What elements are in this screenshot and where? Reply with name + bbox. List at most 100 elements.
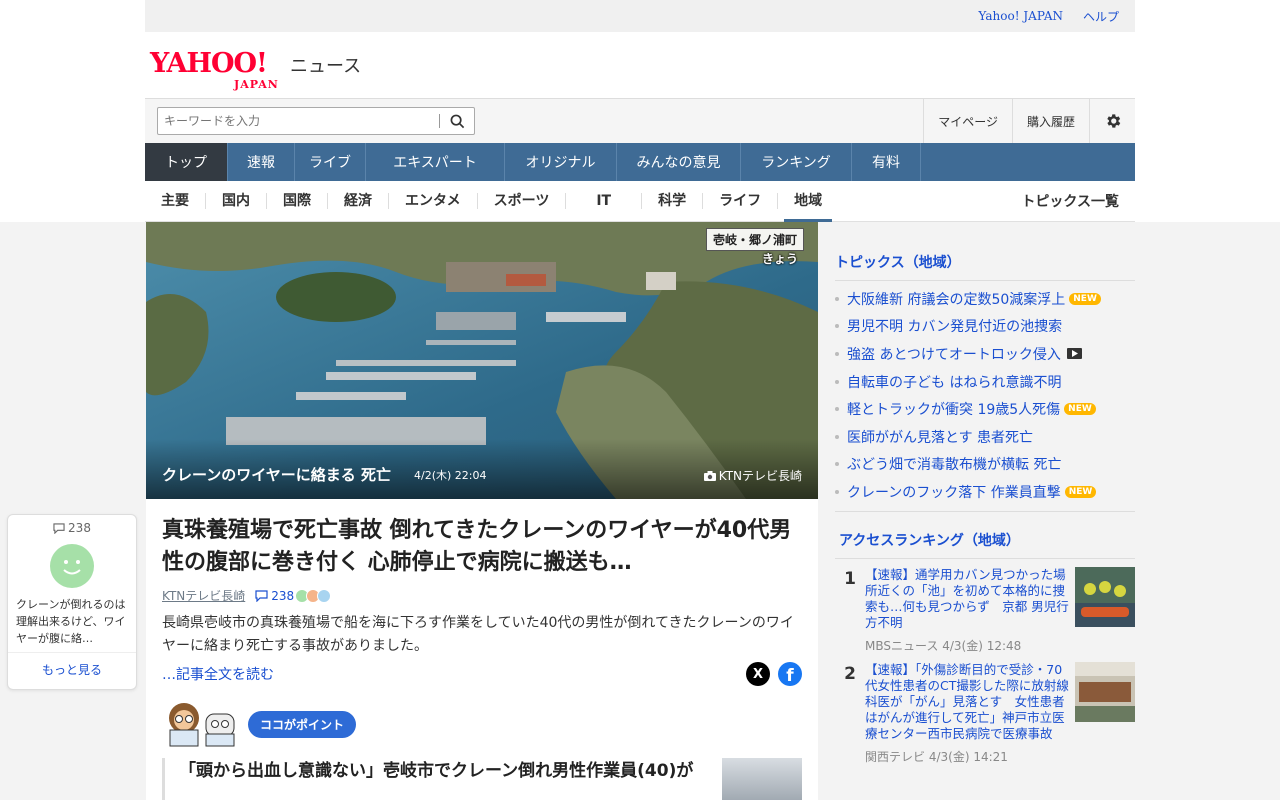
rank-meta: 関西テレビ 4/3(金) 14:21: [865, 748, 1070, 765]
mascot-characters-icon: [162, 700, 242, 748]
article-headline[interactable]: 真珠養殖場で死亡事故 倒れてきたクレーンのワイヤーが40代男性の腹部に巻き付く …: [162, 515, 802, 579]
x-share-icon[interactable]: X: [746, 662, 770, 686]
section-title: ニュース: [290, 56, 362, 77]
topic-item[interactable]: クレーンのフック落下 作業員直撃 NEW: [835, 478, 1135, 506]
mypage-link[interactable]: マイページ: [923, 98, 1012, 144]
header-links: マイページ 購入履歴: [923, 98, 1135, 144]
subnav-local[interactable]: 地域: [777, 193, 838, 222]
floating-comment-card[interactable]: 238 クレーンが倒れるのは理解出来るけど、ワイヤーが腹に絡… もっと見る: [7, 514, 137, 690]
fc-see-more-link[interactable]: もっと見る: [8, 652, 136, 686]
ranking-item-1[interactable]: 1 【速報】通学用カバン見つかった場所近くの「池」を初めて本格的に捜索も…何も見…: [835, 559, 1135, 654]
topic-title[interactable]: 強盗 あとつけてオートロック侵入: [847, 344, 1061, 364]
bullet-dot: [835, 379, 839, 384]
topic-item[interactable]: 自転車の子ども はねられ意識不明: [835, 368, 1135, 396]
comment-icon: [53, 522, 65, 534]
yahoo-japan-link[interactable]: Yahoo! JAPAN: [978, 9, 1063, 23]
topic-item[interactable]: 男児不明 カバン発見付近の池捜索: [835, 313, 1135, 341]
subnav-sports[interactable]: スポーツ: [476, 193, 566, 209]
read-full-article-link[interactable]: …記事全文を読む: [162, 664, 274, 684]
topic-title[interactable]: 自転車の子ども はねられ意識不明: [847, 372, 1061, 392]
topic-title[interactable]: 軽とトラックが衝突 19歳5人死傷: [847, 399, 1060, 419]
sidebar: トピックス（地域） 大阪維新 府議会の定数50減案浮上 NEW 男児不明 カバン発見…: [835, 222, 1135, 765]
topic-title[interactable]: 医師ががん見落とす 患者死亡: [847, 427, 1033, 447]
gnav-ranking[interactable]: ランキング: [741, 143, 852, 181]
bullet-dot: [835, 434, 839, 439]
subnav-life[interactable]: ライフ: [702, 193, 777, 209]
topic-item[interactable]: 軽とトラックが衝突 19歳5人死傷 NEW: [835, 395, 1135, 423]
topic-title[interactable]: 男児不明 カバン発見付近の池捜索: [847, 316, 1062, 336]
topic-item[interactable]: ぶどう畑で消毒散布機が横転 死亡: [835, 451, 1135, 479]
subnav-economy[interactable]: 経済: [327, 193, 388, 209]
gnav-expert[interactable]: エキスパート: [366, 143, 505, 181]
hero-date: 4/2(木) 22:04: [414, 469, 487, 482]
ranking-item-2[interactable]: 2 【速報】「外傷診断目的で受診・70代女性患者のCT撮影した際に放射線科医が「…: [835, 654, 1135, 765]
share-buttons: X f: [746, 662, 802, 686]
bullet-dot: [835, 324, 839, 329]
hero-credit-text: KTNテレビ長崎: [718, 469, 802, 483]
search-input[interactable]: [158, 109, 439, 133]
topic-title[interactable]: クレーンのフック落下 作業員直撃: [847, 482, 1061, 502]
reaction-faces: [295, 588, 332, 603]
rank-body: 【速報】通学用カバン見つかった場所近くの「池」を初めて本格的に捜索も…何も見つか…: [865, 567, 1070, 654]
topic-item[interactable]: 大阪維新 府議会の定数50減案浮上 NEW: [835, 285, 1135, 313]
rank-body: 【速報】「外傷診断目的で受診・70代女性患者のCT撮影した際に放射線科医が「がん…: [865, 662, 1070, 765]
rank-meta: MBSニュース 4/3(金) 12:48: [865, 637, 1070, 654]
category-nav: 主要 国内 国際 経済 エンタメ スポーツ IT 科学 ライフ 地域 トピックス…: [145, 181, 1135, 222]
subnav-entertainment[interactable]: エンタメ: [388, 193, 477, 209]
readmore-row: …記事全文を読む X f: [162, 662, 802, 686]
purchase-history-link[interactable]: 購入履歴: [1011, 98, 1089, 144]
fc-comment-count: 238: [68, 521, 91, 535]
subnav-world[interactable]: 国際: [266, 193, 327, 209]
search-box: [157, 107, 475, 135]
article-summary: 長崎県壱岐市の真珠養殖場で船を海に下ろす作業をしていた40代の男性が倒れてきたク…: [162, 615, 794, 654]
help-link[interactable]: ヘルプ: [1083, 8, 1119, 25]
topics-list: 大阪維新 府議会の定数50減案浮上 NEW 男児不明 カバン発見付近の池捜索 強盗 あ…: [835, 281, 1135, 506]
rank-date: 4/3(金) 12:48: [942, 638, 1022, 653]
new-badge: NEW: [1064, 403, 1096, 416]
rank-source: 関西テレビ: [865, 749, 926, 764]
point-label: ココがポイント: [248, 710, 357, 738]
subnav-it[interactable]: IT: [565, 193, 641, 209]
article-source[interactable]: KTNテレビ長崎: [162, 587, 245, 604]
related-article-title: 「頭から出血し意識ない」壱岐市でクレーン倒れ男性作業員(40)が: [179, 761, 694, 781]
ranking-heading: アクセスランキング（地域）: [835, 512, 1135, 559]
search-icon: [450, 114, 464, 128]
subnav-science[interactable]: 科学: [641, 193, 702, 209]
topic-title[interactable]: ぶどう畑で消毒散布機が横転 死亡: [847, 454, 1061, 474]
brand-bar: YAHOO! JAPAN ニュース: [145, 32, 1135, 98]
hero-location-tag: 壱岐・郷ノ浦町: [705, 228, 804, 251]
subnav-main[interactable]: 主要: [145, 193, 205, 209]
topic-title[interactable]: 大阪維新 府議会の定数50減案浮上: [847, 289, 1065, 309]
gnav-live[interactable]: ライブ: [295, 143, 366, 181]
hero-image[interactable]: 壱岐・郷ノ浦町 きょう クレーンのワイヤーに絡まる 死亡 4/2(木) 22:0…: [146, 222, 818, 499]
settings-button[interactable]: [1089, 98, 1135, 144]
search-bar: マイページ 購入履歴: [145, 98, 1135, 144]
gnav-breaking[interactable]: 速報: [228, 143, 295, 181]
smiley-face-icon: [50, 544, 94, 588]
gnav-paid[interactable]: 有料: [852, 143, 921, 181]
topic-item[interactable]: 医師ががん見落とす 患者死亡: [835, 423, 1135, 451]
gnav-top[interactable]: トップ: [145, 143, 228, 181]
bullet-dot: [835, 489, 839, 494]
rank-title[interactable]: 【速報】通学用カバン見つかった場所近くの「池」を初めて本格的に捜索も…何も見つか…: [865, 567, 1070, 631]
gnav-original[interactable]: オリジナル: [505, 143, 617, 181]
facebook-share-icon[interactable]: f: [778, 662, 802, 686]
gnav-opinions[interactable]: みんなの意見: [617, 143, 741, 181]
rank-thumbnail: [1075, 661, 1135, 722]
rank-title[interactable]: 【速報】「外傷診断目的で受診・70代女性患者のCT撮影した際に放射線科医が「がん…: [865, 662, 1070, 742]
hero-time-tag: きょう: [761, 252, 798, 266]
topics-list-link[interactable]: トピックス一覧: [1021, 191, 1119, 211]
topics-heading[interactable]: トピックス（地域）: [835, 222, 1135, 281]
video-play-icon: [1066, 348, 1082, 360]
hero-credit: KTNテレビ長崎: [703, 467, 802, 484]
article-body: 真珠養殖場で死亡事故 倒れてきたクレーンのワイヤーが40代男性の腹部に巻き付く …: [146, 499, 818, 800]
related-article[interactable]: 「頭から出血し意識ない」壱岐市でクレーン倒れ男性作業員(40)が: [162, 758, 802, 800]
comment-icon: [255, 589, 268, 602]
subnav-domestic[interactable]: 国内: [205, 193, 266, 209]
yahoo-logo[interactable]: YAHOO! JAPAN: [150, 42, 286, 91]
comment-link[interactable]: 238: [255, 589, 294, 603]
search-button[interactable]: [440, 108, 474, 134]
bullet-dot: [835, 351, 839, 356]
topic-item[interactable]: 強盗 あとつけてオートロック侵入: [835, 340, 1135, 368]
rank-date: 4/3(金) 14:21: [928, 749, 1008, 764]
